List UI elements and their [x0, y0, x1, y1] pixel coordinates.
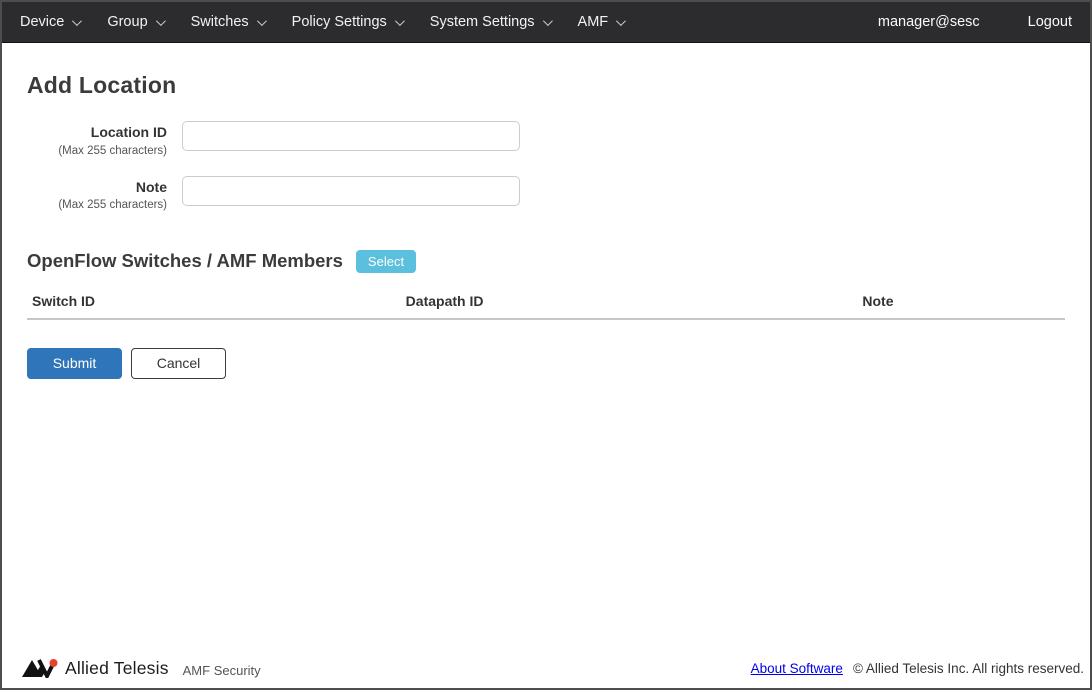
members-table: Switch ID Datapath ID Note [27, 284, 1065, 320]
logged-in-user: manager@sesc [877, 14, 980, 30]
main-content: Add Location Location ID (Max 255 charac… [2, 43, 1090, 379]
form-row-note: Note (Max 255 characters) [27, 175, 1065, 213]
nav-item-label: Device [20, 14, 65, 30]
product-name: AMF Security [182, 662, 261, 678]
allied-telesis-logo-icon [22, 659, 58, 678]
nav-item-label: Switches [190, 14, 249, 30]
nav-item-policy-settings[interactable]: Policy Settings [278, 14, 416, 30]
chevron-down-icon [155, 15, 166, 26]
about-software-link[interactable]: About Software [751, 661, 843, 676]
column-header-datapath-id: Datapath ID [400, 284, 858, 320]
submit-button[interactable]: Submit [27, 347, 122, 379]
nav-item-label: AMF [577, 14, 609, 30]
nav-item-label: Group [107, 14, 148, 30]
form-actions: Submit Cancel [27, 347, 1065, 379]
nav-item-label: System Settings [429, 14, 535, 30]
nav-item-label: Policy Settings [291, 14, 387, 30]
location-id-label: Location ID [90, 124, 167, 140]
location-id-label-group: Location ID (Max 255 characters) [27, 121, 167, 158]
chevron-down-icon [542, 15, 553, 26]
members-table-header-row: Switch ID Datapath ID Note [27, 284, 1065, 320]
select-members-button[interactable]: Select [355, 249, 417, 273]
note-hint: (Max 255 characters) [58, 199, 167, 212]
location-id-input[interactable] [182, 121, 520, 151]
nav-item-system-settings[interactable]: System Settings [416, 14, 564, 30]
note-label: Note [135, 178, 167, 195]
note-input[interactable] [182, 175, 520, 206]
footer: Allied Telesis AMF Security About Softwa… [2, 652, 1090, 688]
nav-item-device[interactable]: Device [18, 14, 93, 30]
chevron-down-icon [72, 15, 83, 26]
members-section-header: OpenFlow Switches / AMF Members Select [27, 249, 1065, 273]
location-id-hint: (Max 255 characters) [58, 144, 167, 157]
chevron-down-icon [616, 15, 627, 26]
add-location-form: Location ID (Max 255 characters) Note (M… [27, 121, 1065, 213]
brand-name: Allied Telesis [65, 657, 169, 678]
nav-item-group[interactable]: Group [93, 14, 176, 30]
cancel-button[interactable]: Cancel [131, 347, 226, 379]
page-title: Add Location [27, 72, 177, 98]
nav-item-switches[interactable]: Switches [177, 14, 278, 30]
note-label-group: Note (Max 255 characters) [27, 176, 167, 213]
column-header-switch-id: Switch ID [27, 284, 401, 320]
chevron-down-icon [394, 15, 405, 26]
nav-item-amf[interactable]: AMF [564, 14, 638, 30]
copyright-text: © Allied Telesis Inc. All rights reserve… [852, 660, 1084, 676]
form-row-location-id: Location ID (Max 255 characters) [27, 121, 1065, 158]
chevron-down-icon [256, 15, 267, 26]
column-header-note: Note [857, 284, 1065, 320]
members-section-title: OpenFlow Switches / AMF Members [27, 250, 343, 272]
logout-button[interactable]: Logout [1028, 14, 1072, 30]
brand: Allied Telesis AMF Security [22, 658, 261, 679]
top-navbar: Device Group Switches Policy Settings Sy… [2, 2, 1090, 43]
footer-right: About Software © Allied Telesis Inc. All… [751, 661, 1084, 676]
